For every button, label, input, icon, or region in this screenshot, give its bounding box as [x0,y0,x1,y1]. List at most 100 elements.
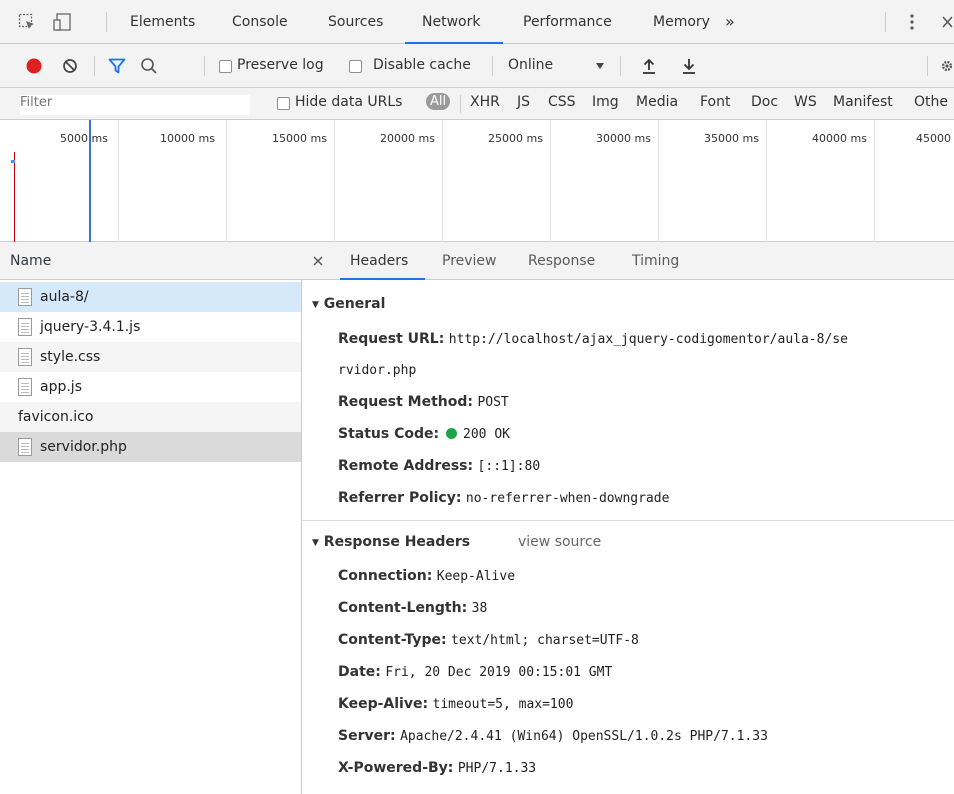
script-icon [18,318,32,336]
header-value: timeout=5, max=100 [432,697,574,712]
response-headers-title: Response Headers [323,534,471,550]
header-name: Content-Length: [338,600,468,616]
tab-network[interactable]: Network [422,0,480,44]
request-row-servidor[interactable]: servidor.php [0,432,301,462]
header-value: Keep-Alive [436,569,516,584]
hide-data-urls-checkbox[interactable] [277,97,290,110]
request-row-jquery[interactable]: jquery-3.4.1.js [0,312,301,342]
type-filter-xhr[interactable]: XHR [470,94,500,110]
header-name: Content-Type: [338,632,447,648]
type-filter-font[interactable]: Font [700,94,730,110]
response-header-row: Content-Length: 38 [338,600,487,616]
record-icon[interactable] [26,58,42,74]
tab-sources[interactable]: Sources [328,0,383,44]
filter-input[interactable]: Filter [20,95,250,115]
remote-address-row: Remote Address: [::1]:80 [338,458,540,474]
dom-content-loaded-marker [89,120,91,242]
tick-label: 30000 ms [596,132,651,145]
remote-address-label: Remote Address: [338,458,474,474]
detail-tab-bar: Headers Preview Response Timing [302,242,954,280]
status-ok-icon [445,428,457,439]
response-header-row: Date: Fri, 20 Dec 2019 00:15:01 GMT [338,664,612,680]
request-row-aula-8[interactable]: aula-8/ [0,282,301,312]
tick-label: 10000 ms [160,132,215,145]
general-section-toggle[interactable]: ▼ General [312,296,385,312]
type-filter-css[interactable]: CSS [548,94,576,110]
kebab-menu-icon[interactable] [908,12,916,32]
type-filter-other[interactable]: Othe [914,94,948,110]
request-url-row: Request URL: http://localhost/ajax_jquer… [338,331,848,347]
inspect-element-icon[interactable] [18,13,36,31]
view-source-link[interactable]: view source [518,534,601,550]
header-value: Fri, 20 Dec 2019 00:15:01 GMT [385,665,613,680]
request-name: favicon.ico [18,409,94,425]
disable-cache-checkbox[interactable] [349,60,362,73]
network-overview-timeline[interactable]: 5000 ms 10000 ms 15000 ms 20000 ms 25000… [0,120,954,242]
search-icon[interactable] [140,57,158,75]
request-name: servidor.php [40,439,127,455]
hide-data-urls-label: Hide data URLs [295,94,403,110]
more-tabs-icon[interactable]: » [725,0,735,44]
response-header-row: Content-Type: text/html; charset=UTF-8 [338,632,639,648]
stylesheet-icon [18,348,32,366]
type-filter-doc[interactable]: Doc [751,94,778,110]
request-row-style[interactable]: style.css [0,342,301,372]
load-event-marker [14,152,15,242]
filter-icon[interactable] [108,57,126,75]
header-name: Keep-Alive: [338,696,429,712]
triangle-down-icon: ▼ [312,538,319,548]
request-name: aula-8/ [40,289,89,305]
filter-bar: Filter Hide data URLs All XHR JS CSS Img… [0,88,954,120]
close-icon[interactable] [312,255,324,267]
request-row-favicon[interactable]: favicon.ico [0,402,301,432]
clear-icon[interactable] [62,58,78,74]
disable-cache-label: Disable cache [373,57,471,73]
tab-response[interactable]: Response [528,242,595,280]
tab-performance[interactable]: Performance [523,0,612,44]
type-filter-all[interactable]: All [426,93,451,110]
request-row-app[interactable]: app.js [0,372,301,402]
type-filter-js[interactable]: JS [517,94,530,110]
header-name: Server: [338,728,396,744]
request-url-value: http://localhost/ajax_jquery-codigomento… [448,332,848,347]
referrer-policy-value: no-referrer-when-downgrade [465,491,670,506]
request-method-label: Request Method: [338,394,473,410]
tab-elements[interactable]: Elements [130,0,195,44]
preserve-log-checkbox[interactable] [219,60,232,73]
import-har-icon[interactable] [642,57,656,75]
header-value: text/html; charset=UTF-8 [451,633,639,648]
response-header-row: X-Powered-By: PHP/7.1.33 [338,760,536,776]
response-header-row: Keep-Alive: timeout=5, max=100 [338,696,573,712]
tab-console[interactable]: Console [232,0,288,44]
tick-label: 25000 ms [488,132,543,145]
tick-label: 20000 ms [380,132,435,145]
header-name: X-Powered-By: [338,760,454,776]
tab-preview[interactable]: Preview [442,242,497,280]
type-filter-manifest[interactable]: Manifest [833,94,893,110]
status-code-label: Status Code: [338,426,440,442]
header-name: Connection: [338,568,433,584]
close-devtools-icon[interactable] [940,14,954,30]
general-section-title: General [323,296,386,312]
tab-memory[interactable]: Memory [653,0,710,44]
request-detail-pane: Headers Preview Response Timing ▼ Genera… [302,242,954,794]
device-toolbar-icon[interactable] [52,12,72,32]
triangle-down-icon: ▼ [312,300,319,310]
export-har-icon[interactable] [682,57,696,75]
tick-label: 35000 ms [704,132,759,145]
chevron-down-icon[interactable] [595,62,605,70]
active-detail-tab-indicator [340,278,425,280]
response-headers-section-toggle[interactable]: ▼ Response Headers [312,534,470,550]
status-code-value: 200 OK [463,427,510,442]
request-name: app.js [40,379,82,395]
request-url-label: Request URL: [338,331,445,347]
name-column-header[interactable]: Name [0,242,302,280]
gear-icon[interactable] [940,57,954,75]
tab-headers[interactable]: Headers [350,242,408,280]
tab-timing[interactable]: Timing [632,242,679,280]
type-filter-ws[interactable]: WS [794,94,817,110]
type-filter-media[interactable]: Media [636,94,678,110]
throttling-select[interactable]: Online [508,57,553,73]
request-name: style.css [40,349,101,365]
type-filter-img[interactable]: Img [592,94,619,110]
